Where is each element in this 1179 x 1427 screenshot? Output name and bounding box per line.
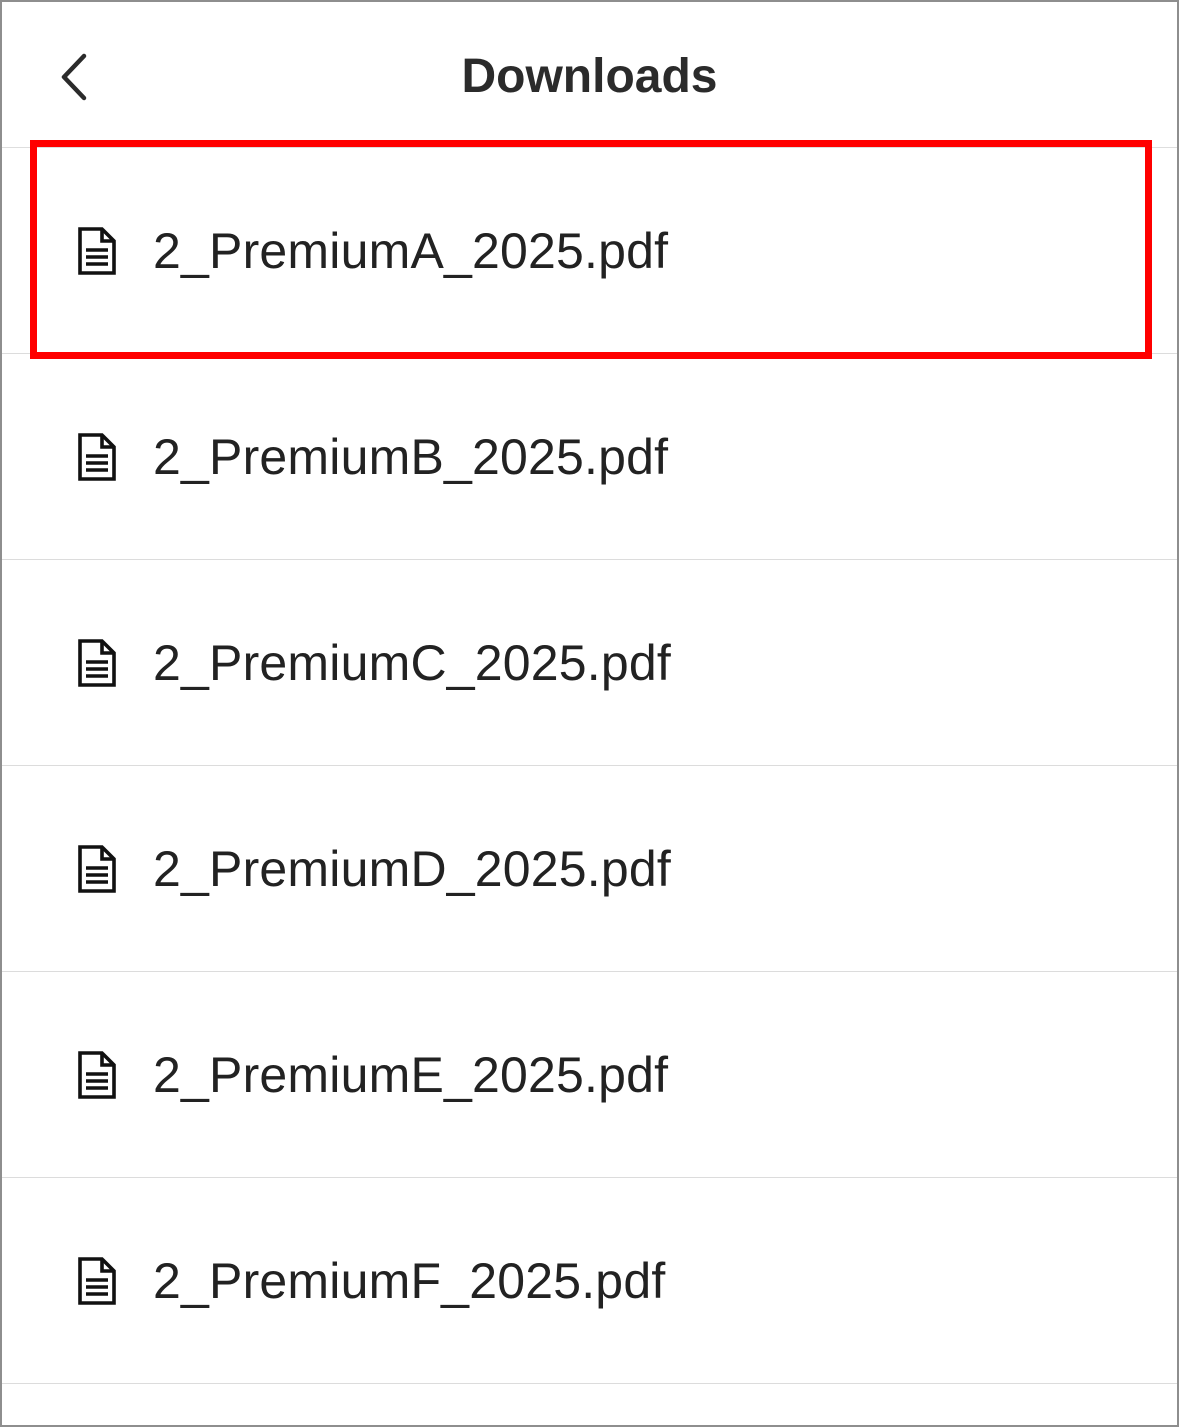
file-name: 2_PremiumD_2025.pdf [153, 840, 671, 897]
page-title: Downloads [461, 50, 718, 103]
document-icon [75, 1255, 119, 1307]
file-list: 2_PremiumA_2025.pdf 2_PremiumB_2025.pdf [2, 148, 1177, 1384]
document-icon [75, 843, 119, 895]
file-name: 2_PremiumA_2025.pdf [153, 222, 669, 279]
document-icon [75, 637, 119, 689]
file-row[interactable]: 2_PremiumC_2025.pdf [2, 560, 1177, 766]
downloads-screen: Downloads 2_PremiumA_2025.pdf 2_PremiumB… [0, 0, 1179, 1427]
file-name: 2_PremiumF_2025.pdf [153, 1252, 666, 1309]
file-row[interactable]: 2_PremiumA_2025.pdf [2, 148, 1177, 354]
file-name: 2_PremiumE_2025.pdf [153, 1046, 669, 1103]
document-icon [75, 431, 119, 483]
file-row[interactable]: 2_PremiumD_2025.pdf [2, 766, 1177, 972]
document-icon [75, 1049, 119, 1101]
file-row[interactable]: 2_PremiumB_2025.pdf [2, 354, 1177, 560]
document-icon [75, 225, 119, 277]
file-row[interactable]: 2_PremiumF_2025.pdf [2, 1178, 1177, 1384]
file-name: 2_PremiumB_2025.pdf [153, 428, 669, 485]
header-bar: Downloads [2, 2, 1177, 148]
file-name: 2_PremiumC_2025.pdf [153, 634, 671, 691]
file-row[interactable]: 2_PremiumE_2025.pdf [2, 972, 1177, 1178]
